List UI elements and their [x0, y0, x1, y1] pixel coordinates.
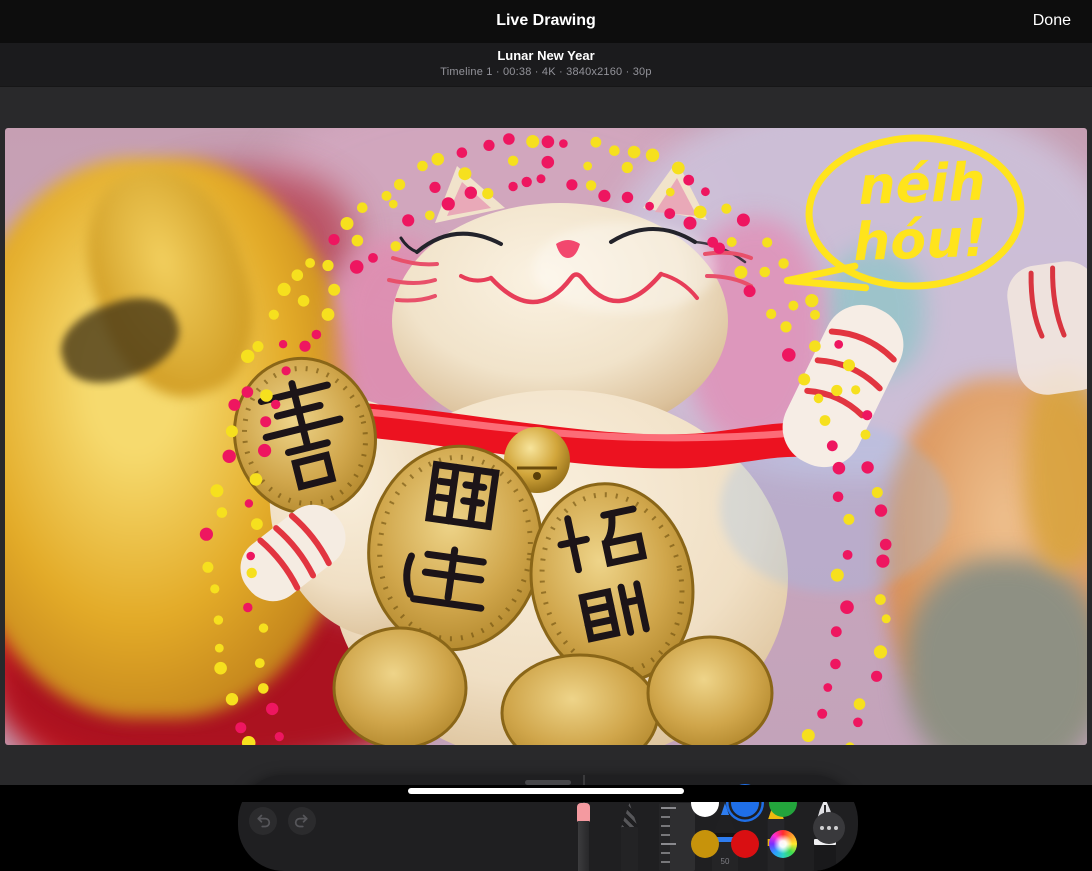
- lucky-cat-photo: 壽 開運: [5, 128, 1087, 745]
- home-indicator[interactable]: [408, 788, 684, 794]
- eraser-tip: [577, 803, 590, 822]
- project-info-bar: Lunar New Year Timeline 1 · 00:38 · 4K ·…: [0, 43, 1092, 86]
- project-title: Lunar New Year: [0, 48, 1092, 63]
- system-bottom-bar: [0, 785, 1092, 802]
- done-button[interactable]: Done: [1033, 12, 1071, 30]
- ruler-ticks: [661, 807, 676, 867]
- redo-icon: [291, 810, 313, 832]
- undo-button[interactable]: [249, 807, 277, 835]
- stage-background: 壽 開運: [0, 86, 1092, 785]
- speech-bubble-text-line1: néih: [857, 153, 986, 217]
- undo-icon: [252, 810, 274, 832]
- color-swatch-gold[interactable]: [691, 830, 719, 858]
- top-navigation-bar: Live Drawing Done: [0, 0, 1092, 43]
- speech-bubble-text-line2: hóu!: [852, 209, 987, 274]
- ellipsis-icon: [820, 826, 824, 830]
- speech-bubble-drawing: néih hóu!: [782, 134, 1023, 290]
- neighbor-paw: [1003, 257, 1087, 398]
- drawing-canvas[interactable]: 壽 開運: [5, 128, 1087, 745]
- color-swatch-multicolor[interactable]: [769, 830, 797, 858]
- color-swatch-red[interactable]: [731, 830, 759, 858]
- project-details: Timeline 1 · 00:38 · 4K · 3840x2160 · 30…: [0, 66, 1092, 78]
- pen-size-badge: 50: [712, 857, 738, 866]
- pencil-tip: [621, 803, 638, 828]
- redo-button[interactable]: [288, 807, 316, 835]
- more-options-button[interactable]: [813, 812, 845, 844]
- page-title: Live Drawing: [0, 12, 1092, 30]
- tool-ruler[interactable]: [659, 803, 695, 871]
